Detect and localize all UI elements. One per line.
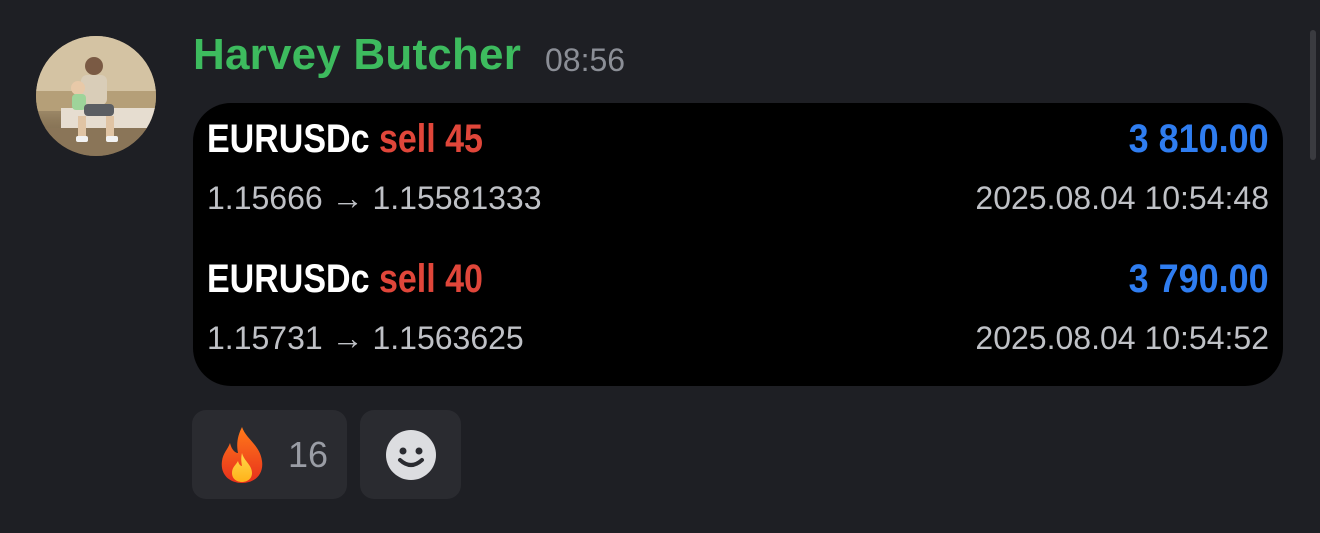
avatar-photo (36, 36, 156, 156)
trade-datetime: 2025.08.04 10:54:48 (975, 180, 1269, 216)
trade-symbol-line: EURUSDc sell 45 (207, 117, 483, 162)
trade-prices: 1.15666 → 1.15581333 (207, 180, 542, 216)
trade-card: EURUSDc sell 45 3 810.00 1.15666 → 1.155… (193, 103, 1283, 386)
fire-icon (221, 426, 263, 483)
trade-symbol: EURUSDc (207, 257, 370, 301)
trade-side: sell (378, 257, 436, 301)
trade-side: sell (378, 117, 436, 161)
reaction-fire[interactable]: 16 (192, 410, 347, 499)
add-reaction-button[interactable] (360, 410, 461, 499)
reaction-count: 16 (288, 433, 329, 475)
trade-profit: 3 810.00 (1128, 117, 1269, 161)
trade-row: EURUSDc sell 40 3 790.00 1.15731 → 1.156… (193, 243, 1283, 363)
add-reaction-smiley-icon (385, 429, 436, 480)
trade-row: EURUSDc sell 45 3 810.00 1.15666 → 1.155… (193, 103, 1283, 223)
avatar[interactable] (36, 36, 156, 156)
trade-volume: 45 (445, 117, 483, 161)
trade-prices: 1.15731 → 1.1563625 (207, 320, 524, 356)
author-name[interactable]: Harvey Butcher (193, 30, 521, 80)
trade-symbol-line: EURUSDc sell 40 (207, 257, 483, 302)
trade-symbol: EURUSDc (207, 117, 370, 161)
message-timestamp: 08:56 (545, 42, 626, 78)
trade-datetime: 2025.08.04 10:54:52 (975, 320, 1269, 356)
trade-profit: 3 790.00 (1128, 257, 1269, 301)
trade-volume: 40 (445, 257, 483, 301)
scrollbar[interactable] (1310, 30, 1316, 160)
